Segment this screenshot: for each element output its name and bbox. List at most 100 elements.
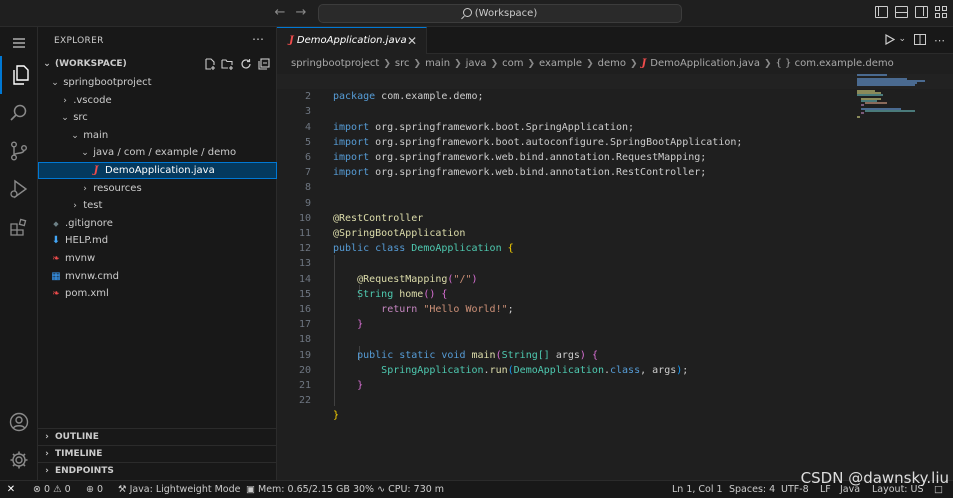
problems-indicator[interactable]: ⊗ 0 ⚠ 0 [33, 481, 71, 498]
search-icon[interactable] [0, 94, 38, 132]
run-debug-icon[interactable] [0, 170, 38, 208]
chevron-right-icon: › [45, 432, 49, 442]
tab-demoapplication[interactable]: J DemoApplication.java ✕ [277, 27, 427, 54]
remote-indicator-icon[interactable]: ✕ [0, 481, 22, 498]
code-line: SpringApplication.run(DemoApplication.cl… [277, 348, 953, 376]
collapse-all-icon[interactable] [257, 57, 270, 70]
forward-arrow-icon[interactable]: → [293, 5, 309, 21]
breadcrumb-item[interactable]: demo [598, 58, 626, 69]
customize-layout-icon[interactable] [935, 6, 948, 18]
tree-item[interactable]: ❧ pom.xml [38, 285, 277, 302]
keyword: import [333, 167, 370, 179]
tree-item[interactable]: ⌄ src [38, 109, 277, 126]
extensions-icon[interactable] [0, 208, 38, 246]
breadcrumb-item[interactable]: main [425, 58, 450, 69]
class-name: DemoApplication [411, 243, 502, 255]
tree-item[interactable]: ⌄ java / com / example / demo [38, 144, 277, 161]
outline-panel-header[interactable]: › OUTLINE [38, 428, 277, 445]
breadcrumb-item[interactable]: { } com.example.demo [776, 58, 894, 69]
line-number-row: 8 [277, 180, 953, 195]
source-control-icon[interactable] [0, 132, 38, 170]
refresh-icon[interactable] [239, 57, 252, 70]
timeline-panel-header[interactable]: › TIMELINE [38, 445, 277, 462]
java-icon: J [289, 35, 294, 46]
new-folder-icon[interactable] [221, 57, 234, 70]
watermark: CSDN @dawnsky.liu [800, 469, 949, 487]
tree-item[interactable]: ⬇ HELP.md [38, 232, 277, 249]
title-bar: ← → (Workspace) [0, 0, 953, 27]
tree-item[interactable]: ⌄ springbootproject [38, 74, 277, 91]
explorer-icon[interactable] [0, 56, 38, 94]
code-editor[interactable]: 12345678910111213141516171819202122 pack… [277, 74, 953, 480]
breadcrumb-item[interactable]: example [539, 58, 582, 69]
code-line: return "Hello World!"; [277, 287, 953, 315]
java-mode-indicator[interactable]: ⚒ Java: Lightweight Mode [118, 481, 241, 498]
code-line: @RequestMapping("/") [277, 256, 953, 285]
endpoints-panel-header[interactable]: › ENDPOINTS [38, 462, 277, 479]
chevron-right-icon: ❯ [490, 59, 499, 69]
split-editor-icon[interactable] [914, 34, 926, 48]
ports-count: 0 [97, 484, 104, 495]
breadcrumb-item[interactable]: src [395, 58, 410, 69]
tree-item-label: DemoApplication.java [105, 165, 215, 176]
line-number-row: 21 [277, 378, 953, 393]
chevron-down-icon: ⌄ [81, 148, 89, 159]
workspace-actions [203, 57, 270, 70]
chevron-right-icon: ❯ [454, 59, 462, 69]
resource-monitor[interactable]: ▣ Mem: 0.65/2.15 GB 30% ∿ CPU: 730 m [246, 481, 444, 498]
tree-item[interactable]: ⌄ main [38, 127, 277, 144]
breadcrumb-item[interactable]: com [502, 58, 523, 69]
tree-item[interactable]: › .vscode [38, 92, 277, 109]
more-actions-icon[interactable]: ⋯ [252, 32, 264, 46]
manage-gear-icon[interactable] [0, 441, 38, 479]
tree-item-label: .gitignore [65, 217, 113, 229]
cursor-position[interactable]: Ln 1, Col 1 [672, 481, 723, 498]
broadcast-icon: ⊕ [86, 484, 94, 495]
tree-item[interactable]: › resources [38, 180, 277, 197]
breadcrumb-item[interactable]: java [466, 58, 487, 69]
ports-indicator[interactable]: ⊕ 0 [86, 481, 103, 498]
chevron-down-icon: ⌄ [43, 59, 51, 69]
new-file-icon[interactable] [203, 57, 216, 70]
tree-item-label: mvnw.cmd [65, 270, 120, 282]
indentation[interactable]: Spaces: 4 [729, 481, 775, 498]
toggle-secondary-sidebar-icon[interactable] [915, 6, 928, 18]
search-icon [462, 8, 472, 17]
tools-icon: ⚒ [118, 484, 127, 495]
tree-item[interactable]: ❧ mvnw [38, 250, 277, 267]
minimap[interactable] [857, 74, 937, 134]
code-line: public class DemoApplication { [277, 226, 953, 254]
tree-item[interactable]: ▦ mvnw.cmd [38, 268, 277, 285]
toggle-primary-sidebar-icon[interactable] [875, 6, 888, 18]
accounts-icon[interactable] [0, 403, 38, 441]
back-arrow-icon[interactable]: ← [272, 5, 288, 21]
tree-item[interactable]: › test [38, 197, 277, 214]
run-icon[interactable] [885, 33, 896, 48]
more-actions-icon[interactable]: ⋯ [934, 34, 945, 48]
breadcrumb-item[interactable]: springbootproject [291, 58, 379, 69]
toggle-panel-icon[interactable] [895, 6, 908, 18]
tree-item-label: resources [93, 182, 142, 194]
code-line: String home() { [277, 272, 953, 300]
close-icon[interactable]: ✕ [407, 28, 417, 54]
tree-item-label: test [83, 200, 103, 212]
error-count: 0 [44, 484, 51, 495]
tree-item[interactable]: ◆ .gitignore [38, 215, 277, 232]
command-center[interactable]: (Workspace) [318, 4, 682, 23]
chevron-down-icon[interactable]: ⌄ [898, 34, 906, 48]
chevron-right-icon: › [45, 449, 49, 459]
warning-count: 0 [64, 484, 71, 495]
chevron-right-icon: › [63, 95, 67, 106]
chevron-right-icon: › [73, 201, 77, 212]
editor-actions: ⌄ ⋯ [885, 33, 945, 48]
breadcrumb-item[interactable]: DemoApplication.java [650, 58, 760, 69]
memory-label: Mem: 0.65/2.15 GB 30% [258, 484, 375, 495]
code-line: @SpringBootApplication [277, 211, 953, 239]
code-line: import org.springframework.web.bind.anno… [277, 150, 953, 178]
brace: } [333, 410, 340, 422]
maven-icon: ❧ [52, 254, 60, 264]
gitignore-icon: ◆ [53, 219, 59, 228]
tree-item[interactable]: J DemoApplication.java [38, 162, 277, 179]
code-line: package com.example.demo; [277, 74, 953, 102]
code-line: } [277, 363, 953, 391]
